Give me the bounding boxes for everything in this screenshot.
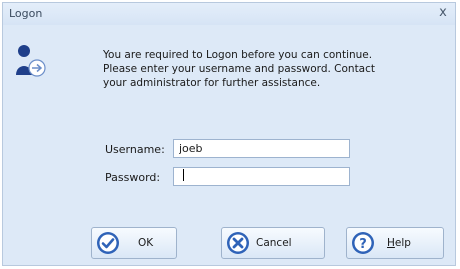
instructions-text: You are required to Logon before you can…: [103, 48, 413, 90]
username-field[interactable]: [173, 139, 350, 158]
instruction-line: Please enter your username and password.…: [103, 63, 376, 75]
help-label: Help: [387, 237, 411, 249]
password-label: Password:: [105, 171, 161, 184]
close-button[interactable]: x: [435, 5, 451, 21]
check-icon: [97, 232, 119, 254]
user-logon-icon: [16, 45, 46, 77]
text-cursor: [183, 169, 184, 181]
password-field[interactable]: [173, 167, 350, 186]
help-mnemonic: H: [387, 237, 395, 249]
ok-label: OK: [138, 237, 154, 249]
cancel-icon: [227, 232, 249, 254]
cancel-label: Cancel: [256, 237, 292, 249]
help-button[interactable]: ? Help: [346, 227, 444, 259]
instruction-line: You are required to Logon before you can…: [103, 49, 373, 61]
question-icon: ?: [352, 232, 374, 254]
ok-button[interactable]: OK: [91, 227, 177, 259]
logon-dialog: Logon x You are required to Logon before…: [2, 2, 456, 266]
svg-text:?: ?: [359, 237, 367, 252]
username-label: Username:: [105, 143, 165, 156]
cancel-button[interactable]: Cancel: [221, 227, 325, 259]
help-label-rest: elp: [394, 237, 411, 249]
title-bar[interactable]: Logon x: [3, 3, 455, 25]
dialog-title: Logon: [9, 7, 43, 20]
instruction-line: your administrator for further assistanc…: [103, 77, 321, 89]
